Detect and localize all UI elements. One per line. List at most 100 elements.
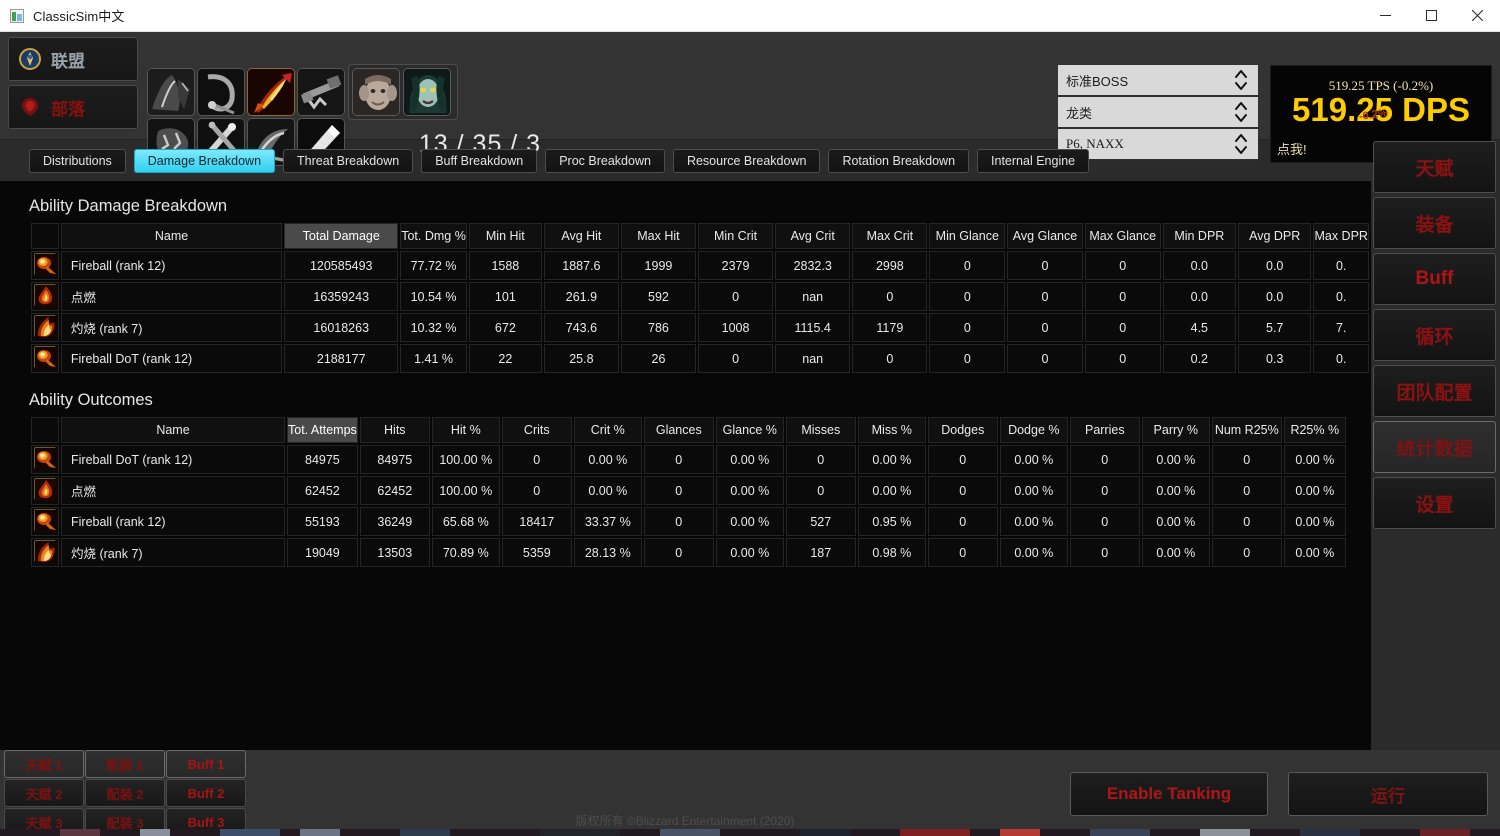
table-row[interactable]: 点燃 16359243 10.54 % 101 261.9 592 0 nan 0 0 0 0 0.0 0… (31, 282, 1369, 311)
column-header-total-damage[interactable]: Total Damage (284, 223, 399, 249)
maximize-icon[interactable] (1408, 0, 1454, 32)
data-cell: 0. (1313, 251, 1369, 280)
column-header-icon[interactable] (31, 223, 59, 249)
ability-icon-fireball-dot (31, 445, 59, 474)
data-cell: 0.00 % (715, 445, 784, 474)
table-row[interactable]: 灼烧 (rank 7) 19049 13503 70.89 % 5359 28.13 % 0… (31, 538, 1346, 567)
column-header-tot-dmg[interactable]: Tot. Dmg % (400, 223, 467, 249)
table-row[interactable]: Fireball DoT (rank 12) 2188177 1.41 % 22 25.… (31, 344, 1369, 373)
column-header-avg-dpr[interactable]: Avg DPR (1238, 223, 1312, 249)
ability-name-cell: 点燃 (61, 476, 285, 505)
tab-internal-engine[interactable]: Internal Engine (977, 149, 1090, 173)
column-header-avg-crit[interactable]: Avg Crit (775, 223, 851, 249)
sidebar-item-section-2[interactable]: 装备 (1373, 197, 1496, 249)
tab-rotation-breakdown[interactable]: Rotation Breakdown (828, 149, 970, 173)
faction-button-alliance[interactable]: 联盟 (8, 37, 138, 81)
data-cell: 0. (1313, 282, 1369, 311)
column-header-name[interactable]: Name (60, 223, 283, 249)
table-row[interactable]: Fireball (rank 12) 120585493 77.72 % 1588 18… (31, 251, 1369, 280)
data-cell: 0.00 % (1283, 538, 1346, 567)
data-cell: 0.0 (1162, 251, 1236, 280)
sidebar-item-section-6[interactable]: 统计数据 (1373, 421, 1496, 473)
chevron-updown-icon[interactable] (1232, 99, 1250, 125)
sidebar-item-buff[interactable]: Buff (1373, 253, 1496, 305)
column-header-hit[interactable]: Hit % (431, 417, 500, 443)
tab-buff-breakdown[interactable]: Buff Breakdown (421, 149, 538, 173)
column-header-parries[interactable]: Parries (1069, 417, 1140, 443)
run-button[interactable]: 运行 (1288, 772, 1488, 816)
column-header-min-crit[interactable]: Min Crit (698, 223, 774, 249)
data-cell: 0 (927, 445, 998, 474)
data-cell: 0.00 % (573, 476, 642, 505)
column-header-max-glance[interactable]: Max Glance (1084, 223, 1161, 249)
faction-button-horde[interactable]: 部落 (8, 85, 138, 129)
table-row[interactable]: Fireball DoT (rank 12) 84975 84975 100.00 %… (31, 445, 1346, 474)
column-header-max-hit[interactable]: Max Hit (620, 223, 696, 249)
column-header-min-hit[interactable]: Min Hit (468, 223, 542, 249)
ability-icon-scorch (31, 538, 59, 567)
column-header-min-dpr[interactable]: Min DPR (1162, 223, 1236, 249)
tab-threat-breakdown[interactable]: Threat Breakdown (283, 149, 414, 173)
column-header-parry[interactable]: Parry % (1141, 417, 1210, 443)
preset-button--1[interactable]: 配装 1 (85, 750, 165, 778)
minimize-icon[interactable] (1362, 0, 1408, 32)
class-icon-hunter[interactable] (297, 68, 345, 116)
column-header-glances[interactable]: Glances (643, 417, 714, 443)
column-header-name[interactable]: Name (61, 417, 285, 443)
data-cell: 7. (1313, 313, 1369, 342)
sidebar-item-section-4[interactable]: 循环 (1373, 309, 1496, 361)
boss-select[interactable]: 标准BOSS (1058, 65, 1258, 97)
race-icon-undead[interactable] (403, 68, 451, 116)
preset-button-buff-1[interactable]: Buff 1 (166, 750, 246, 778)
column-header-avg-glance[interactable]: Avg Glance (1007, 223, 1083, 249)
tab-resource-breakdown[interactable]: Resource Breakdown (672, 149, 821, 173)
data-cell: 70.89 % (431, 538, 500, 567)
data-cell: 26 (620, 344, 696, 373)
preset-button--2[interactable]: 天赋 2 (4, 779, 84, 807)
column-header-glance[interactable]: Glance % (715, 417, 784, 443)
damage-breakdown-table: Name Total Damage Tot. Dmg % Min Hit Avg Hit… (29, 221, 1371, 375)
column-header-crits[interactable]: Crits (501, 417, 572, 443)
preset-button-buff-2[interactable]: Buff 2 (166, 779, 246, 807)
column-header-icon[interactable] (31, 417, 59, 443)
data-cell: 672 (468, 313, 542, 342)
table-row[interactable]: Fireball (rank 12) 55193 36249 65.68 % 18417… (31, 507, 1346, 536)
enable-tanking-button[interactable]: Enable Tanking (1070, 772, 1268, 816)
table-row[interactable]: 灼烧 (rank 7) 16018263 10.32 % 672 743.6 786 100… (31, 313, 1369, 342)
preset-button--2[interactable]: 配装 2 (85, 779, 165, 807)
table-row[interactable]: 点燃 62452 62452 100.00 % 0 0.00 % 0 0.00 % 0 0.00 … (31, 476, 1346, 505)
column-header-dodges[interactable]: Dodges (927, 417, 998, 443)
preset-button--1[interactable]: 天赋 1 (4, 750, 84, 778)
boss-select-value: 标准BOSS (1066, 73, 1129, 89)
data-cell: 0 (929, 344, 1006, 373)
column-header-num-r25[interactable]: Num R25% (1211, 417, 1282, 443)
tab-distributions[interactable]: Distributions (29, 149, 126, 173)
ability-icon-ignite (31, 282, 59, 311)
sidebar-item-section-7[interactable]: 设置 (1373, 477, 1496, 529)
column-header-dodge[interactable]: Dodge % (999, 417, 1068, 443)
ability-icon-scorch (31, 313, 59, 342)
race-icon-gnome[interactable] (352, 68, 400, 116)
sidebar-item-section-5[interactable]: 团队配置 (1373, 365, 1496, 417)
tab-damage-breakdown[interactable]: Damage Breakdown (133, 149, 276, 173)
column-header-max-dpr[interactable]: Max DPR (1313, 223, 1369, 249)
class-icon-priest[interactable] (197, 68, 245, 116)
column-header-hits[interactable]: Hits (359, 417, 430, 443)
close-icon[interactable] (1454, 0, 1500, 32)
column-header-misses[interactable]: Misses (785, 417, 856, 443)
column-header-max-crit[interactable]: Max Crit (852, 223, 928, 249)
column-header-crit[interactable]: Crit % (573, 417, 642, 443)
column-header-miss[interactable]: Miss % (857, 417, 926, 443)
column-header-min-glance[interactable]: Min Glance (929, 223, 1006, 249)
data-cell: 0 (698, 344, 774, 373)
chevron-updown-icon[interactable] (1232, 67, 1250, 93)
tab-proc-breakdown[interactable]: Proc Breakdown (545, 149, 665, 173)
column-header-tot-attemps[interactable]: Tot. Attemps (287, 417, 358, 443)
column-header-avg-hit[interactable]: Avg Hit (543, 223, 619, 249)
sidebar-item-section-1[interactable]: 天赋 (1373, 141, 1496, 193)
class-icon-mage[interactable] (247, 68, 295, 116)
data-cell: 0 (1007, 282, 1083, 311)
column-header-r25[interactable]: R25% % (1283, 417, 1346, 443)
creature-type-select[interactable]: 龙类 (1058, 97, 1258, 129)
class-icon-druid[interactable] (147, 68, 195, 116)
